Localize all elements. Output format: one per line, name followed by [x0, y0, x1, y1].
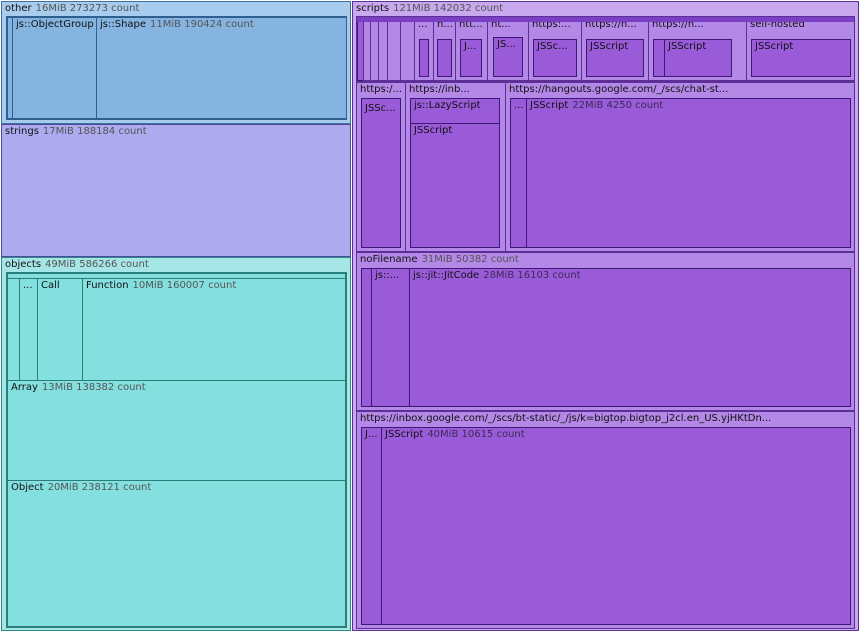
- script-r1-ht-child[interactable]: JS...: [493, 37, 523, 77]
- script-r1-ellipsis-child[interactable]: [419, 39, 429, 77]
- node-strings-label: strings 17MiB 188184 count: [5, 126, 147, 137]
- script-r1-self-hosted-child-label: JSScript: [755, 41, 794, 52]
- node-js-shape-label: js::Shape 11MiB 190424 count: [100, 19, 254, 30]
- script-r1-htt-child-label: J...: [464, 41, 477, 52]
- node-strings[interactable]: strings 17MiB 188184 count: [1, 124, 351, 257]
- script-r1-https-h-child-label: JSScript: [668, 41, 707, 52]
- node-function-label: Function 10MiB 160007 count: [86, 280, 237, 291]
- script-r1-ht-child-label: JS...: [497, 39, 516, 50]
- script-inbox-jsscript-label: JSScript 40MiB 10615 count: [385, 429, 525, 440]
- script-inbox-label: https://inbox.google.com/_/scs/bt-static…: [360, 413, 772, 424]
- node-js-shape[interactable]: js::Shape 11MiB 190424 count: [96, 17, 346, 119]
- script-r2-c-jsscript-label: JSScript 22MiB 4250 count: [530, 100, 664, 111]
- script-r1-https-child[interactable]: JSSc...: [533, 39, 577, 77]
- script-r1-https-n[interactable]: https://n... JSScript: [581, 17, 649, 81]
- node-js-objectgroup[interactable]: js::ObjectGroup: [12, 17, 97, 119]
- script-r2-b-jsscript[interactable]: JSScript: [410, 123, 500, 248]
- script-inbox-jsscript[interactable]: JSScript 40MiB 10615 count: [381, 427, 851, 625]
- script-r2-b-label: https://inb...: [409, 84, 470, 95]
- node-other-label: other 16MiB 273273 count: [5, 3, 140, 14]
- node-call-label: Call: [41, 280, 60, 291]
- script-r1-https[interactable]: https:... JSSc...: [528, 17, 582, 81]
- script-inbox-j[interactable]: J...: [361, 427, 382, 625]
- node-objects-container: ... Call Function 10MiB 160007 count Arra…: [6, 272, 347, 628]
- script-nofilename-js-label: js::...: [375, 270, 400, 281]
- script-r1-ellipsis[interactable]: ...: [414, 17, 434, 81]
- script-r1-h[interactable]: h...: [433, 17, 456, 81]
- script-r1-https-h-child[interactable]: JSScript: [664, 39, 732, 77]
- node-js-objectgroup-label: js::ObjectGroup: [16, 19, 94, 30]
- node-array-label: Array 13MiB 138382 count: [11, 382, 146, 393]
- node-scripts-label: scripts 121MiB 142032 count: [356, 3, 504, 14]
- script-r1-https-n-child-label: JSScript: [590, 41, 629, 52]
- script-r2-c-small[interactable]: ...: [510, 98, 527, 248]
- node-array[interactable]: Array 13MiB 138382 count: [7, 380, 346, 481]
- node-objects-ellipsis-label: ...: [23, 280, 33, 291]
- script-nofilename-js[interactable]: js::...: [371, 268, 410, 407]
- node-scripts[interactable]: scripts 121MiB 142032 count ... h... htt.…: [352, 1, 859, 631]
- script-tiny-5[interactable]: [387, 17, 401, 81]
- script-inbox-j-label: J...: [365, 429, 378, 440]
- node-function[interactable]: Function 10MiB 160007 count: [82, 278, 346, 381]
- script-nofilename-label: noFilename 31MiB 50382 count: [360, 254, 519, 265]
- script-r1-self-hosted[interactable]: self-hosted JSScript: [746, 17, 854, 81]
- script-r2-a-child[interactable]: JSSc...: [361, 98, 401, 248]
- script-r1-h-child[interactable]: [437, 39, 452, 77]
- scripts-row1: ... h... htt... J... ht... JS... https:.…: [356, 16, 855, 82]
- script-jitcode-label: js::jit::JitCode 28MiB 16103 count: [413, 270, 581, 281]
- script-r2-b[interactable]: https://inb... js::LazyScript JSScript: [405, 82, 506, 252]
- script-r1-https-child-label: JSSc...: [537, 41, 568, 52]
- script-nofilename[interactable]: noFilename 31MiB 50382 count js::... js::…: [356, 252, 855, 411]
- script-r2-c-jsscript[interactable]: JSScript 22MiB 4250 count: [526, 98, 851, 248]
- script-r2-a[interactable]: https:/... JSSc...: [356, 82, 406, 252]
- script-r1-htt[interactable]: htt... J...: [455, 17, 488, 81]
- script-r2-b-jsscript-label: JSScript: [414, 125, 453, 136]
- node-other-container: js::ObjectGroup js::Shape 11MiB 190424 co…: [6, 16, 347, 120]
- script-r2-c-label: https://hangouts.google.com/_/scs/chat-s…: [509, 84, 729, 95]
- node-objects-label: objects 49MiB 586266 count: [5, 259, 149, 270]
- node-object[interactable]: Object 20MiB 238121 count: [7, 480, 346, 627]
- script-r1-https-h[interactable]: https://h... JSScript: [648, 17, 747, 81]
- script-r2-a-label: https:/...: [360, 84, 403, 95]
- script-r2-b-lazy-label: js::LazyScript: [414, 100, 481, 111]
- script-inbox[interactable]: https://inbox.google.com/_/scs/bt-static…: [356, 411, 855, 629]
- script-r1-ht[interactable]: ht... JS...: [487, 17, 529, 81]
- script-tiny-6[interactable]: [400, 17, 415, 81]
- node-objects[interactable]: objects 49MiB 586266 count ... Call Funct…: [1, 257, 351, 631]
- script-r1-https-n-child[interactable]: JSScript: [586, 39, 644, 77]
- script-r1-top-strip[interactable]: [357, 17, 854, 22]
- node-object-label: Object 20MiB 238121 count: [11, 482, 152, 493]
- script-r1-self-hosted-child[interactable]: JSScript: [751, 39, 851, 77]
- script-r1-htt-child[interactable]: J...: [460, 39, 482, 77]
- script-r2-c-small-label: ...: [514, 100, 524, 111]
- node-other[interactable]: other 16MiB 273273 count js::ObjectGroup …: [1, 1, 351, 124]
- script-r2-a-child-label: JSSc...: [365, 103, 396, 114]
- node-objects-ellipsis[interactable]: ...: [19, 278, 38, 381]
- script-r2-b-lazy[interactable]: js::LazyScript: [410, 98, 500, 124]
- script-jitcode[interactable]: js::jit::JitCode 28MiB 16103 count: [409, 268, 851, 407]
- script-r2-c[interactable]: https://hangouts.google.com/_/scs/chat-s…: [505, 82, 855, 252]
- node-call[interactable]: Call: [37, 278, 83, 381]
